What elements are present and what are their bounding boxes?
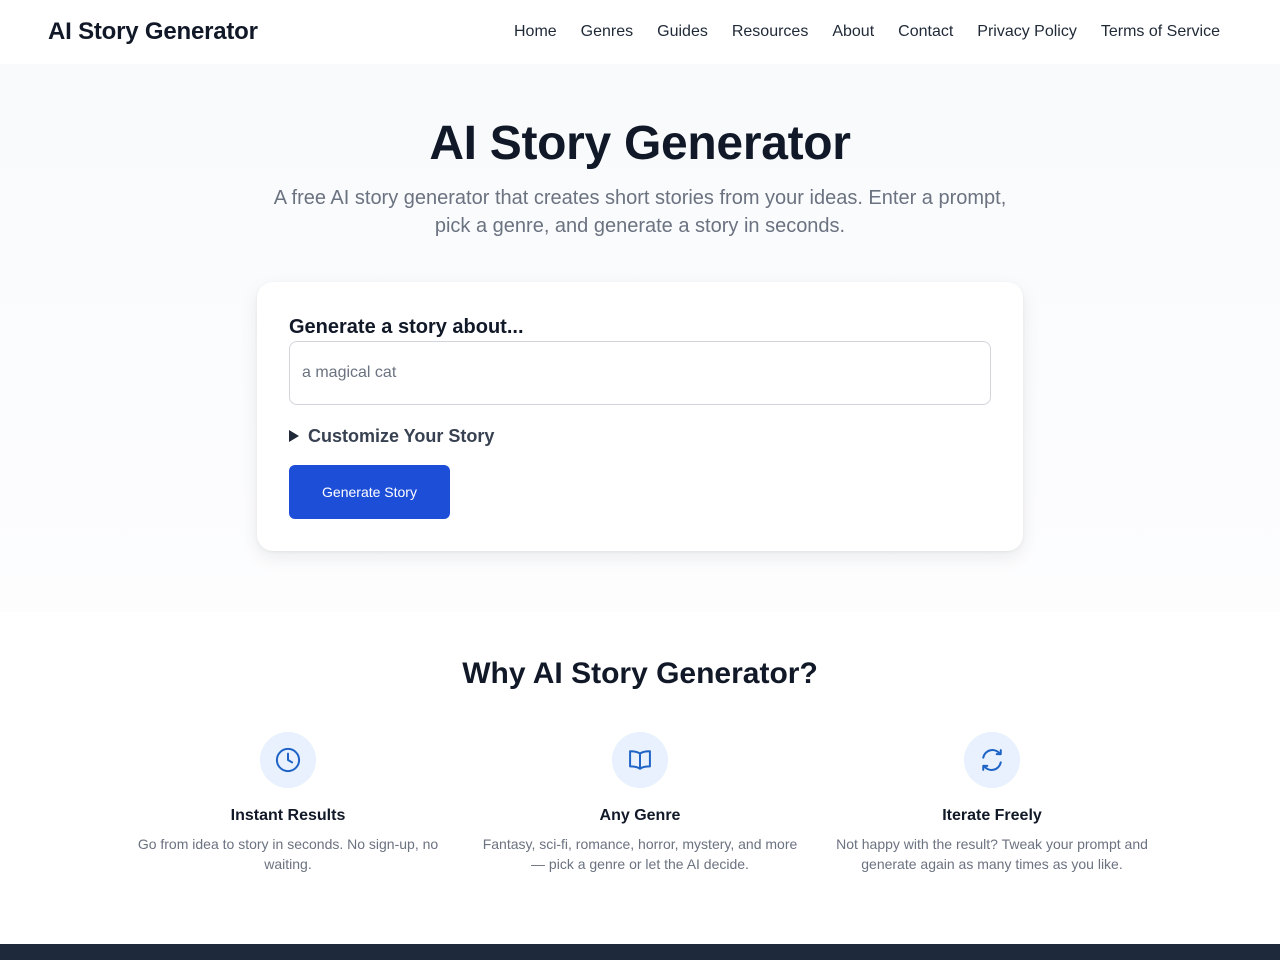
nav-about[interactable]: About (832, 23, 874, 41)
nav-home[interactable]: Home (514, 23, 557, 41)
nav-genres[interactable]: Genres (581, 23, 633, 41)
site-header: AI Story Generator Home Genres Guides Re… (0, 0, 1280, 64)
feature-description: Not happy with the result? Tweak your pr… (836, 836, 1148, 872)
story-generator-card: Generate a story about... Customize Your… (257, 282, 1023, 551)
nav-privacy-policy[interactable]: Privacy Policy (977, 23, 1077, 41)
generate-story-button[interactable]: Generate Story (289, 465, 450, 519)
feature-description: Fantasy, sci-fi, romance, horror, myster… (482, 836, 798, 872)
book-open-icon (612, 732, 668, 788)
refresh-icon (964, 732, 1020, 788)
customize-story-label: Customize Your Story (308, 425, 495, 446)
site-footer (0, 944, 1280, 960)
feature-title: Iterate Freely (942, 807, 1042, 824)
hero-section: AI Story Generator A free AI story gener… (0, 64, 1280, 612)
clock-icon (260, 732, 316, 788)
nav-terms-of-service[interactable]: Terms of Service (1101, 23, 1220, 41)
feature-description: Go from idea to story in seconds. No sig… (137, 836, 439, 872)
triangle-right-icon (289, 430, 299, 442)
main-nav: Home Genres Guides Resources About Conta… (490, 23, 1220, 41)
page-title: AI Story Generator (429, 117, 851, 170)
feature-any-genre: Any Genre Fantasy, sci-fi, romance, horr… (480, 732, 800, 874)
story-prompt-input[interactable] (289, 341, 991, 405)
nav-guides[interactable]: Guides (657, 23, 708, 41)
prompt-label: Generate a story about... (289, 316, 524, 338)
nav-resources[interactable]: Resources (732, 23, 808, 41)
features-title: Why AI Story Generator? (462, 657, 818, 690)
customize-story-toggle[interactable]: Customize Your Story (289, 424, 494, 448)
feature-iterate-freely: Iterate Freely Not happy with the result… (832, 732, 1152, 874)
feature-title: Instant Results (230, 807, 346, 824)
nav-contact[interactable]: Contact (898, 23, 953, 41)
brand-logo[interactable]: AI Story Generator (48, 18, 258, 46)
feature-title: Any Genre (599, 807, 681, 824)
hero-subtitle: A free AI story generator that creates s… (273, 187, 1007, 237)
feature-instant-results: Instant Results Go from idea to story in… (128, 732, 448, 874)
